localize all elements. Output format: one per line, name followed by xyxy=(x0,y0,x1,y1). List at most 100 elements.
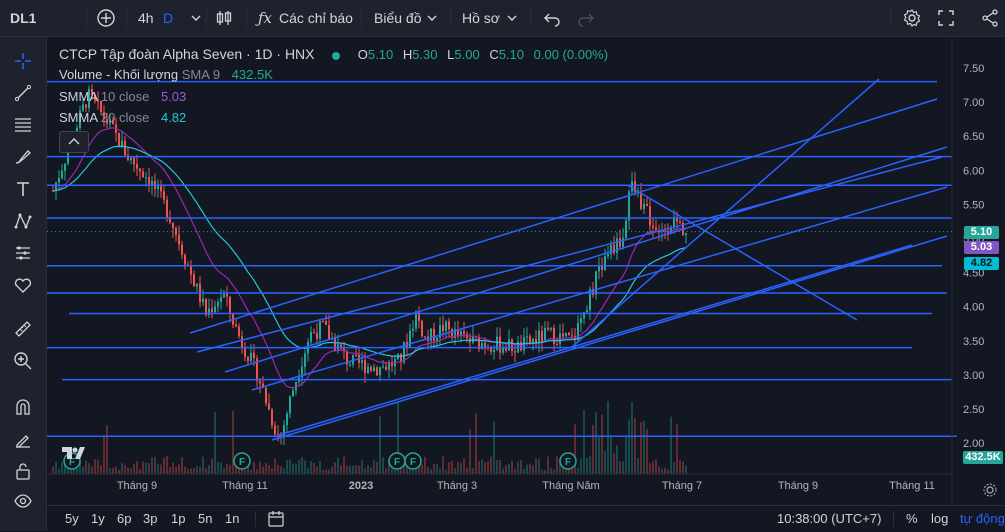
calendar-goto-icon[interactable] xyxy=(267,510,285,528)
candle-body xyxy=(532,338,534,343)
compare-add-icon[interactable] xyxy=(96,8,116,28)
volume-bar xyxy=(499,459,501,474)
percent-scale-button[interactable]: % xyxy=(906,506,918,532)
chevron-down-icon[interactable] xyxy=(186,8,206,28)
text-tool-icon[interactable] xyxy=(13,179,33,199)
profile-menu-button[interactable]: Hồ sơ xyxy=(462,0,500,36)
volume-bar xyxy=(604,451,606,474)
candle-body xyxy=(142,171,144,178)
candle-body xyxy=(526,336,528,338)
volume-bar xyxy=(523,469,525,474)
volume-bar xyxy=(205,468,207,474)
candle-body xyxy=(631,181,633,192)
volume-bar xyxy=(61,462,63,474)
candle-body xyxy=(211,308,213,313)
divider xyxy=(450,8,451,28)
volume-bar xyxy=(535,458,537,474)
legend-collapse-button[interactable] xyxy=(59,131,89,153)
candle-body xyxy=(160,185,162,192)
candles-style-icon[interactable] xyxy=(214,8,234,28)
range-button-1p[interactable]: 1p xyxy=(171,506,185,532)
clock-timezone[interactable]: 10:38:00 (UTC+7) xyxy=(777,506,881,532)
candle-body xyxy=(265,387,267,404)
volume-bar xyxy=(259,461,261,474)
volume-bar xyxy=(619,461,621,474)
volume-bar xyxy=(361,460,363,474)
volume-bar xyxy=(508,464,510,474)
symbol-title[interactable]: CTCP Tập đoàn Alpha Seven · 1D · HNX xyxy=(59,46,315,62)
smma20-legend[interactable]: SMMA 20 close 4.82 xyxy=(59,110,186,125)
candle-body xyxy=(370,366,372,371)
pattern-icon[interactable] xyxy=(13,211,33,231)
range-button-1n[interactable]: 1n xyxy=(225,506,239,532)
volume-bar xyxy=(88,463,90,474)
zoom-in-icon[interactable] xyxy=(13,351,33,371)
volume-bar xyxy=(640,422,642,474)
candle-body xyxy=(652,225,654,228)
chevron-down-icon[interactable] xyxy=(422,8,442,28)
candle-body xyxy=(148,177,150,186)
volume-bar xyxy=(598,437,600,474)
range-button-1y[interactable]: 1y xyxy=(91,506,105,532)
indicators-button[interactable]: ƒx Các chỉ báo xyxy=(256,0,356,36)
brush-icon[interactable] xyxy=(13,147,33,167)
chart-menu-button[interactable]: Biểu đồ xyxy=(374,0,421,36)
crosshair-icon[interactable] xyxy=(13,51,33,71)
volume-bar xyxy=(202,456,204,474)
auto-scale-button[interactable]: tự động xyxy=(960,506,1005,532)
undo-icon[interactable] xyxy=(542,8,562,28)
volume-bar xyxy=(55,461,57,474)
price-tick-label: 2.50 xyxy=(963,404,984,416)
candle-body xyxy=(172,222,174,229)
volume-bar xyxy=(631,401,633,474)
fullscreen-icon[interactable] xyxy=(936,8,956,28)
share-icon[interactable] xyxy=(980,8,1000,28)
volume-bar xyxy=(637,457,639,474)
candle-body xyxy=(364,360,366,373)
volume-bar xyxy=(649,463,651,474)
settings-gear-icon[interactable] xyxy=(902,8,922,28)
candle-body xyxy=(424,336,426,338)
volume-bar xyxy=(166,456,168,474)
price-chart-canvas[interactable]: FFFFF 7.507.006.506.005.505.004.504.003.… xyxy=(47,37,1005,505)
chart-pane[interactable]: FFFFF 7.50 7.00 6.50 6.00 5.50 5.00 4.50 4.00 3.… xyxy=(47,37,1005,505)
candle-body xyxy=(541,330,543,342)
range-button-5n[interactable]: 5n xyxy=(198,506,212,532)
volume-bar xyxy=(646,428,648,474)
interval-button[interactable]: 4h xyxy=(138,0,154,36)
interval-daily-button[interactable]: D xyxy=(163,0,173,36)
heart-icon[interactable] xyxy=(13,275,33,295)
lock-icon[interactable] xyxy=(13,461,33,481)
volume-bar xyxy=(97,459,99,474)
candle-body xyxy=(580,318,582,324)
divider xyxy=(206,8,207,28)
candle-body xyxy=(433,328,435,341)
candle-body xyxy=(220,297,222,302)
range-button-6p[interactable]: 6p xyxy=(117,506,131,532)
range-button-5y[interactable]: 5y xyxy=(65,506,79,532)
candle-body xyxy=(376,367,378,376)
symbol-button[interactable]: DL1 xyxy=(10,0,36,36)
trend-line-icon[interactable] xyxy=(13,83,33,103)
volume-bar xyxy=(481,459,483,474)
prediction-measure-icon[interactable] xyxy=(13,243,33,263)
eye-icon[interactable] xyxy=(13,491,33,511)
smma10-legend[interactable]: SMMA 10 close 5.03 xyxy=(59,89,186,104)
magnet-icon[interactable] xyxy=(13,397,33,417)
log-scale-button[interactable]: log xyxy=(931,506,948,532)
volume-legend[interactable]: Volume - Khối lượng SMA 9 432.5K xyxy=(59,67,273,82)
volume-bar xyxy=(157,463,159,474)
redo-icon[interactable] xyxy=(576,8,596,28)
range-button-3p[interactable]: 3p xyxy=(143,506,157,532)
candle-body xyxy=(448,321,450,330)
ruler-icon[interactable] xyxy=(13,319,33,339)
candle-body xyxy=(289,396,291,414)
volume-bar xyxy=(607,401,609,474)
volume-bar xyxy=(109,468,111,474)
chevron-down-icon[interactable] xyxy=(502,8,522,28)
volume-bar xyxy=(511,460,513,474)
lock-pencil-icon[interactable] xyxy=(13,429,33,449)
fib-retracement-icon[interactable] xyxy=(13,115,33,135)
volume-bar xyxy=(673,461,675,474)
volume-bar xyxy=(349,465,351,474)
